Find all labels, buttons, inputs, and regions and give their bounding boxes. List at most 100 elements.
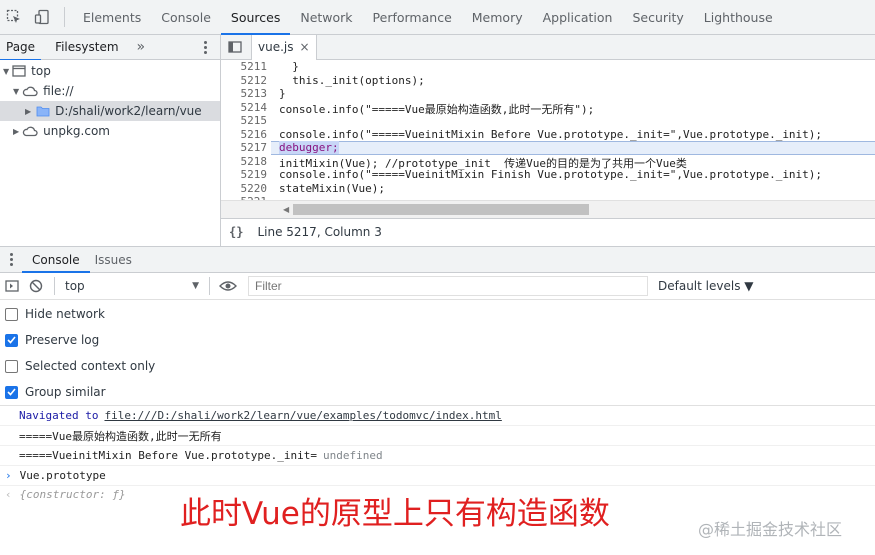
tab-network[interactable]: Network: [290, 0, 362, 35]
line-number[interactable]: 5214: [241, 101, 268, 114]
drawer-tab-issues[interactable]: Issues: [90, 247, 137, 272]
line-gutter: 5211 5212 5213 5214 5215 5216 5217 5218 …: [221, 60, 271, 200]
nav-url-link[interactable]: file:///D:/shali/work2/learn/vue/example…: [104, 409, 501, 422]
horizontal-scrollbar[interactable]: ◀: [221, 200, 875, 218]
editor-tabs: vue.js ×: [221, 34, 875, 60]
line-number[interactable]: 5212: [241, 74, 268, 87]
checkbox-checked[interactable]: [5, 333, 18, 347]
tree-item-label: top: [31, 64, 51, 78]
frame-icon: [12, 65, 26, 77]
line-number[interactable]: 5217: [241, 141, 268, 154]
setting-hide-network[interactable]: Hide network: [0, 301, 105, 327]
checkbox-checked[interactable]: [5, 385, 18, 399]
collapse-arrow-icon[interactable]: ▶: [13, 127, 19, 136]
collapse-arrow-icon[interactable]: ▶: [25, 107, 31, 116]
device-toggle-icon[interactable]: [28, 0, 56, 35]
code-line: console.info("=====Vue最原始构造函数,此时一无所有");: [279, 102, 595, 116]
file-tab-label: vue.js: [258, 40, 294, 54]
line-number[interactable]: 5215: [241, 114, 268, 127]
line-number[interactable]: 5211: [241, 60, 268, 73]
checkbox[interactable]: [5, 359, 18, 373]
setting-label: Preserve log: [25, 333, 100, 347]
tab-performance[interactable]: Performance: [363, 0, 462, 35]
console-log-message: =====VueinitMixin Before Vue.prototype._…: [0, 446, 875, 466]
tree-item-label: unpkg.com: [43, 124, 110, 138]
more-tabs-icon[interactable]: »: [131, 35, 152, 60]
pretty-print-icon[interactable]: {}: [229, 225, 243, 239]
tree-item-unpkg[interactable]: ▶ unpkg.com: [0, 121, 220, 141]
log-value: undefined: [323, 449, 383, 462]
line-number[interactable]: 5213: [241, 87, 268, 100]
code-line: console.info("=====VueinitMixin Before V…: [279, 127, 823, 141]
tab-filesystem[interactable]: Filesystem: [49, 35, 124, 60]
setting-label: Selected context only: [25, 359, 156, 373]
console-input-line: › Vue.prototype: [0, 466, 875, 486]
cursor-position: Line 5217, Column 3: [257, 225, 382, 239]
log-text: =====VueinitMixin Before Vue.prototype._…: [19, 449, 318, 462]
setting-selected-context[interactable]: Selected context only: [0, 353, 155, 379]
code-line: this._init(options);: [279, 73, 425, 87]
setting-label: Hide network: [25, 307, 105, 321]
tab-console[interactable]: Console: [151, 0, 221, 35]
chevron-down-icon: ▼: [192, 281, 199, 291]
log-text: =====Vue最原始构造函数,此时一无所有: [19, 429, 222, 443]
result-arrow-icon: ‹: [5, 487, 12, 501]
nav-prefix: Navigated to: [19, 409, 99, 422]
folder-icon: [36, 106, 50, 117]
checkbox[interactable]: [5, 307, 18, 321]
cloud-icon: [22, 126, 38, 137]
input-text: Vue.prototype: [19, 469, 106, 482]
line-number[interactable]: 5218: [241, 155, 268, 168]
clear-console-icon[interactable]: [24, 273, 48, 300]
context-selector-value: top: [65, 279, 85, 293]
toolbar-divider: [54, 277, 55, 295]
toggle-navigator-icon[interactable]: [221, 35, 249, 60]
tree-item-folder[interactable]: ▶ D:/shali/work2/learn/vue: [0, 101, 220, 121]
prompt-chevron-icon: ›: [5, 469, 12, 482]
tab-security[interactable]: Security: [622, 0, 693, 35]
setting-preserve-log[interactable]: Preserve log: [0, 327, 99, 353]
drawer-tab-console[interactable]: Console: [22, 247, 90, 273]
expand-arrow-icon[interactable]: ▼: [13, 87, 19, 96]
navigator-tabs: Page Filesystem »: [0, 35, 221, 61]
scroll-left-icon[interactable]: ◀: [283, 205, 289, 214]
tree-item-file[interactable]: ▼ file://: [0, 81, 220, 101]
console-toolbar: top ▼ Default levels ▼: [0, 273, 875, 300]
file-tree: ▼ top ▼ file:// ▶ D:/shali/work2/learn/v…: [0, 60, 221, 246]
code-line: console.info("=====VueinitMixin Finish V…: [279, 168, 823, 181]
live-expression-eye-icon[interactable]: [216, 273, 240, 300]
console-log-message: =====Vue最原始构造函数,此时一无所有: [0, 426, 875, 446]
code-line: }: [279, 87, 286, 100]
tab-memory[interactable]: Memory: [462, 0, 533, 35]
setting-label: Group similar: [25, 385, 106, 399]
line-number[interactable]: 5219: [241, 168, 268, 181]
devtools-toolbar: Elements Console Sources Network Perform…: [0, 0, 875, 35]
code-line: stateMixin(Vue);: [279, 181, 385, 195]
drawer-menu-icon[interactable]: [0, 247, 22, 272]
tab-sources[interactable]: Sources: [220, 0, 291, 35]
line-number[interactable]: 5220: [241, 182, 268, 195]
inspect-element-icon[interactable]: [0, 0, 28, 35]
tab-elements[interactable]: Elements: [73, 0, 151, 35]
tab-page[interactable]: Page: [0, 35, 42, 61]
tab-application[interactable]: Application: [533, 0, 623, 35]
result-text[interactable]: {constructor: ƒ}: [20, 488, 126, 501]
line-number[interactable]: 5216: [241, 128, 268, 141]
show-sidebar-icon[interactable]: [0, 273, 24, 300]
tree-item-top[interactable]: ▼ top: [0, 61, 220, 81]
log-levels-dropdown[interactable]: Default levels ▼: [658, 279, 754, 293]
drawer-tabs: Console Issues: [0, 246, 875, 273]
close-icon[interactable]: ×: [300, 40, 310, 54]
tree-item-label: file://: [43, 84, 74, 98]
scrollbar-thumb[interactable]: [293, 204, 589, 215]
code-editor[interactable]: 5211 5212 5213 5214 5215 5216 5217 5218 …: [221, 60, 875, 200]
filter-input[interactable]: [248, 276, 648, 296]
file-tab-vuejs[interactable]: vue.js ×: [251, 34, 317, 60]
annotation-text: 此时Vue的原型上只有构造函数: [180, 496, 610, 532]
tab-lighthouse[interactable]: Lighthouse: [694, 0, 783, 35]
expand-arrow-icon[interactable]: ▼: [3, 67, 9, 76]
setting-group-similar[interactable]: Group similar: [0, 379, 106, 405]
navigator-menu-icon[interactable]: [200, 40, 210, 55]
context-selector[interactable]: top ▼: [61, 276, 203, 296]
watermark: @稀土掘金技术社区: [698, 520, 843, 539]
